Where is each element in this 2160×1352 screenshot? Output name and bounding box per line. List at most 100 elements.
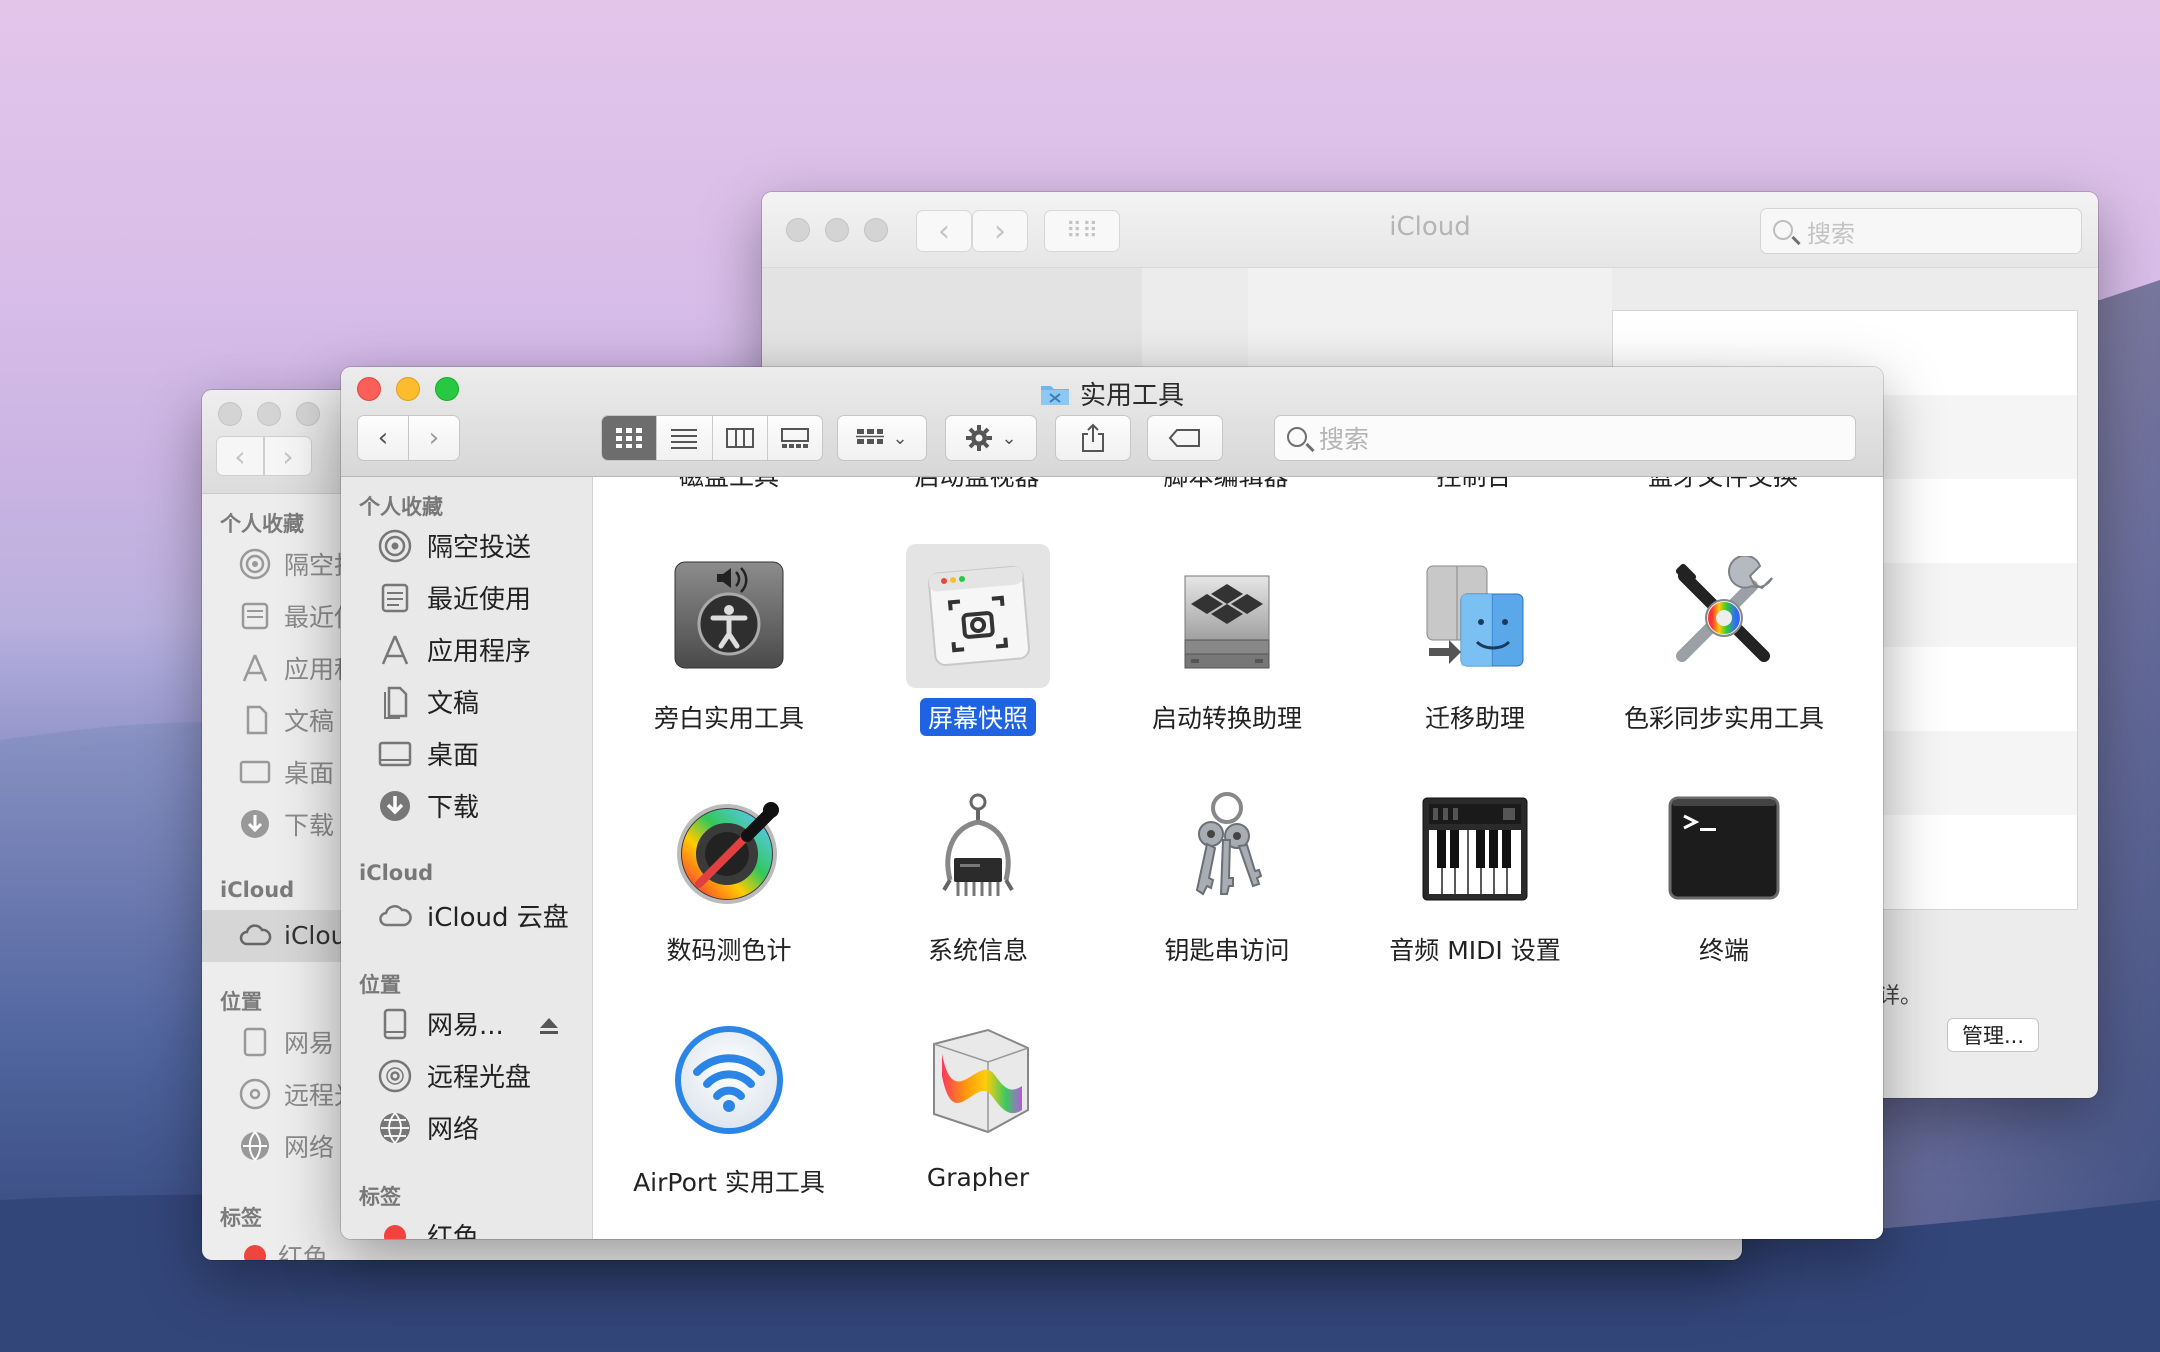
chevron-right-icon: › (282, 439, 294, 473)
sidebar-item-downloads[interactable]: 下载 (238, 806, 334, 842)
optical-disc-icon (377, 1058, 413, 1094)
sidebar-item-desktop[interactable]: 桌面 (238, 754, 334, 790)
disk-icon (377, 1006, 413, 1042)
app-system-information[interactable]: 系统信息 (858, 776, 1098, 968)
grapher-icon (906, 1008, 1050, 1152)
sidebar-item-icloud-drive[interactable]: iCloud 云盘 (377, 897, 569, 934)
forward-button[interactable]: › (408, 415, 460, 461)
applications-icon (238, 651, 272, 685)
icon-view-button[interactable] (602, 416, 658, 460)
close-button[interactable] (218, 402, 242, 426)
minimize-button[interactable] (257, 402, 281, 426)
app-boot-camp-assistant[interactable]: 启动转换助理 (1107, 544, 1347, 736)
cloud-icon (377, 898, 413, 934)
group-icon (856, 429, 885, 444)
desktop-icon (377, 736, 413, 772)
finder-window-utilities[interactable]: 实用工具 ‹ › ⌄ ⌄ 搜索 个人收藏 隔空投送 最近使用 应用程序 文稿 桌… (341, 367, 1883, 1239)
app-airport-utility[interactable]: AirPort 实用工具 (609, 1008, 849, 1200)
search-field[interactable]: 搜索 (1760, 208, 2082, 254)
documents-icon (238, 703, 272, 737)
manage-button[interactable]: 管理... (1947, 1018, 2039, 1052)
icon-view-icon (616, 428, 643, 448)
file-icon-grid[interactable]: 磁盘工具 启动盘视器 脚本编辑器 控制台 蓝牙文件交换 旁白实用工具 屏幕快照 … (594, 477, 1883, 1239)
app-screenshot[interactable]: 屏幕快照 (858, 544, 1098, 736)
sidebar-item-downloads[interactable]: 下载 (377, 787, 479, 824)
search-icon (1287, 427, 1307, 447)
zoom-button[interactable] (296, 402, 320, 426)
desktop-icon (238, 755, 272, 789)
forward-button[interactable]: › (264, 436, 312, 476)
action-button[interactable]: ⌄ (945, 415, 1037, 461)
recents-icon (238, 599, 272, 633)
eject-icon (540, 1018, 558, 1034)
red-tag-dot-icon (384, 1224, 406, 1239)
section-header: iCloud (220, 878, 295, 902)
audio-midi-icon (1403, 776, 1547, 920)
app-label-cutoff[interactable]: 磁盘工具 (619, 477, 839, 493)
sidebar-item-applications[interactable]: 应用程序 (377, 631, 531, 668)
airdrop-icon (377, 528, 413, 564)
gear-icon (966, 425, 993, 451)
share-button[interactable] (1055, 415, 1131, 461)
finder-toolbar: 实用工具 ‹ › ⌄ ⌄ 搜索 (341, 367, 1883, 477)
app-label-cutoff[interactable]: 蓝牙文件交换 (1613, 477, 1833, 493)
app-label-cutoff[interactable]: 启动盘视器 (867, 477, 1087, 493)
app-terminal[interactable]: 终端 (1604, 776, 1844, 968)
app-label-cutoff[interactable]: 脚本编辑器 (1116, 477, 1336, 493)
disk-icon (238, 1025, 272, 1059)
app-digital-color-meter[interactable]: 数码测色计 (609, 776, 849, 968)
column-view-button[interactable] (713, 416, 768, 460)
sidebar-item-network[interactable]: 网络 (377, 1109, 479, 1146)
view-mode-segmented-control[interactable] (601, 415, 823, 461)
search-field[interactable]: 搜索 (1274, 415, 1856, 461)
detail-note: 详。 (1878, 984, 1923, 1009)
sidebar-item-disk[interactable]: 网易 (238, 1024, 334, 1060)
section-header: 个人收藏 (220, 512, 304, 536)
app-colorsync-utility[interactable]: 色彩同步实用工具 (1604, 544, 1844, 736)
sidebar: 个人收藏 隔空投送 最近使用 应用程序 文稿 桌面 下载 iCloud iClo… (341, 477, 593, 1239)
app-audio-midi-setup[interactable]: 音频 MIDI 设置 (1355, 776, 1595, 968)
app-label-cutoff[interactable]: 控制台 (1364, 477, 1584, 493)
chevron-right-icon: › (428, 423, 440, 453)
sidebar-item-network[interactable]: 网络 (238, 1128, 334, 1164)
sidebar-item-tag-red[interactable]: 红色 (238, 1238, 328, 1260)
section-header-icloud: iCloud (359, 861, 434, 885)
sidebar-item-airdrop[interactable]: 隔空投送 (377, 527, 531, 564)
app-migration-assistant[interactable]: 迁移助理 (1355, 544, 1595, 736)
gallery-view-button[interactable] (768, 416, 822, 460)
list-view-icon (671, 429, 698, 449)
app-grapher[interactable]: Grapher (858, 1008, 1098, 1193)
back-window-controls (218, 402, 320, 426)
voiceover-utility-icon (657, 544, 801, 688)
section-header-tags: 标签 (359, 1185, 401, 1209)
sidebar-item-desktop[interactable]: 桌面 (377, 735, 479, 772)
system-information-icon (906, 776, 1050, 920)
utilities-folder-icon (1040, 385, 1069, 405)
network-globe-icon (377, 1110, 413, 1146)
sidebar-item-documents[interactable]: 文稿 (238, 702, 334, 738)
tags-button[interactable] (1147, 415, 1223, 461)
section-header: 位置 (220, 990, 262, 1014)
group-by-button[interactable]: ⌄ (837, 415, 927, 461)
digital-color-meter-icon (657, 776, 801, 920)
back-button[interactable]: ‹ (216, 436, 264, 476)
red-tag-dot-icon (244, 1245, 266, 1260)
section-header-favorites: 个人收藏 (359, 495, 443, 519)
sidebar-item-disk[interactable]: 网易... (377, 1005, 504, 1042)
sidebar-item-recents[interactable]: 最近使用 (377, 579, 531, 616)
list-view-button[interactable] (657, 416, 713, 460)
optical-disc-icon (238, 1077, 272, 1111)
colorsync-icon (1652, 544, 1796, 688)
sidebar-item-tag-red[interactable]: 红色 (377, 1217, 479, 1239)
back-sidebar: 个人收藏 隔空投送 最近使用 应用程序 文稿 桌面 下载 iCloud iClo… (202, 494, 384, 1260)
airport-utility-icon (657, 1008, 801, 1152)
chevron-left-icon: ‹ (234, 439, 246, 473)
app-keychain-access[interactable]: 钥匙串访问 (1107, 776, 1347, 968)
sidebar-item-documents[interactable]: 文稿 (377, 683, 479, 720)
app-voiceover-utility[interactable]: 旁白实用工具 (609, 544, 849, 736)
sidebar-item-remote-disc[interactable]: 远程光盘 (377, 1057, 531, 1094)
migration-assistant-icon (1403, 544, 1547, 688)
network-globe-icon (238, 1129, 272, 1163)
back-button[interactable]: ‹ (357, 415, 409, 461)
applications-icon (377, 632, 413, 668)
